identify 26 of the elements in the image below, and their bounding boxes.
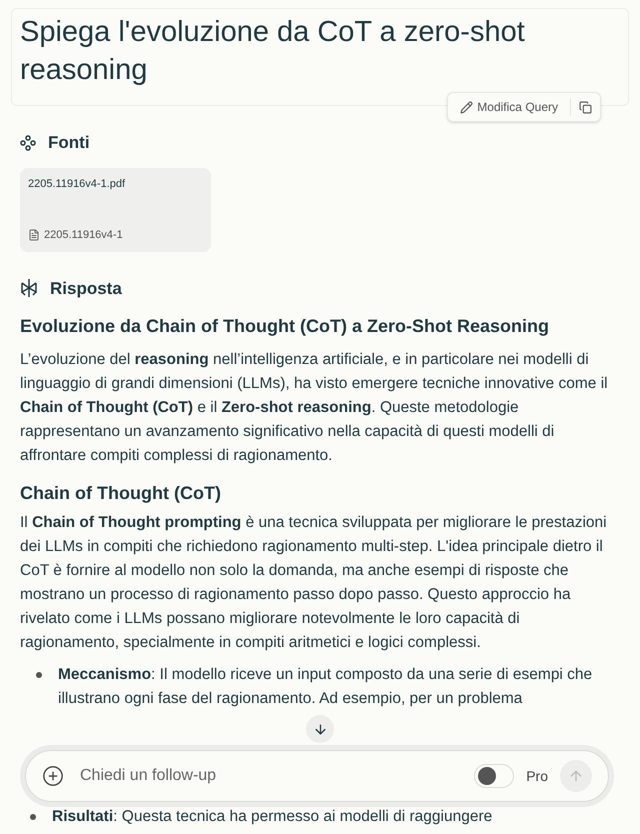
scroll-down-button[interactable] xyxy=(306,715,334,743)
edit-query-button[interactable]: Modifica Query xyxy=(448,98,571,116)
source-name: 2205.11916v4-1 xyxy=(44,228,123,243)
bullet-icon xyxy=(30,814,36,820)
add-icon[interactable] xyxy=(42,765,64,787)
query-title: Spiega l'evoluzione da CoT a zero-shot reasoning xyxy=(20,15,526,88)
answer-icon xyxy=(20,278,38,298)
source-title: 2205.11916v4-1.pdf xyxy=(28,176,126,192)
bullet-icon xyxy=(36,672,42,678)
pdf-file-icon xyxy=(28,229,40,242)
paragraph: Il Chain of Thought prompting è una tecnica sviluppata per migliorare le prestazioni dei LLMs in compiti che richiedono ragionamento multi-step. L'idea principale dietro il CoT è fornire al modello non solo la domanda, ma anche esempi di risposte che mostrano un processo di ragionamento passo dopo passo. Questo approccio ha rivelato come i LLMs possano migliorare notevolmente le loro capacità di ragionamento, specialmente in compiti aritmetici e logici complessi. xyxy=(20,513,608,653)
follow-up-input[interactable]: Chiedi un follow-up xyxy=(80,764,474,788)
sources-heading: Fonti xyxy=(48,132,90,154)
source-card[interactable]: 2205.11916v4-1.pdf 2205.11916v4-1 xyxy=(20,168,211,252)
pencil-icon xyxy=(460,100,474,114)
answer-section-heading: Risposta xyxy=(50,278,122,300)
list-item: Meccanismo: Il modello riceve un input composto da una serie di esempi che illustrano ogni fase del ragionamento. Ad esempio, per un problema xyxy=(58,665,594,709)
pro-toggle[interactable] xyxy=(474,764,514,788)
pro-label: Pro xyxy=(526,766,548,786)
sources-icon xyxy=(20,134,36,151)
section-heading: Chain of Thought (CoT) xyxy=(20,482,222,505)
paragraph: L’evoluzione del reasoning nell’intelligenza artificiale, e in particolare nei modelli di linguaggio di grandi dimensioni (LLMs), ha visto emergere tecniche innovative come il Chain of Thought (CoT) e il Zero-shot reasoning. Queste metodologie rappresentano un avanzamento significativo nella capacità di questi modelli di affrontare compiti complessi di ragionamento. xyxy=(20,350,609,466)
answer-heading: Evoluzione da Chain of Thought (CoT) a Zero-Shot Reasoning xyxy=(20,315,550,338)
arrow-down-icon xyxy=(312,722,328,736)
follow-up-field[interactable]: Chiedi un follow-up Pro xyxy=(25,750,609,802)
list-item: Risultati: Questa tecnica ha permesso ai modelli di raggiungere xyxy=(52,807,492,827)
